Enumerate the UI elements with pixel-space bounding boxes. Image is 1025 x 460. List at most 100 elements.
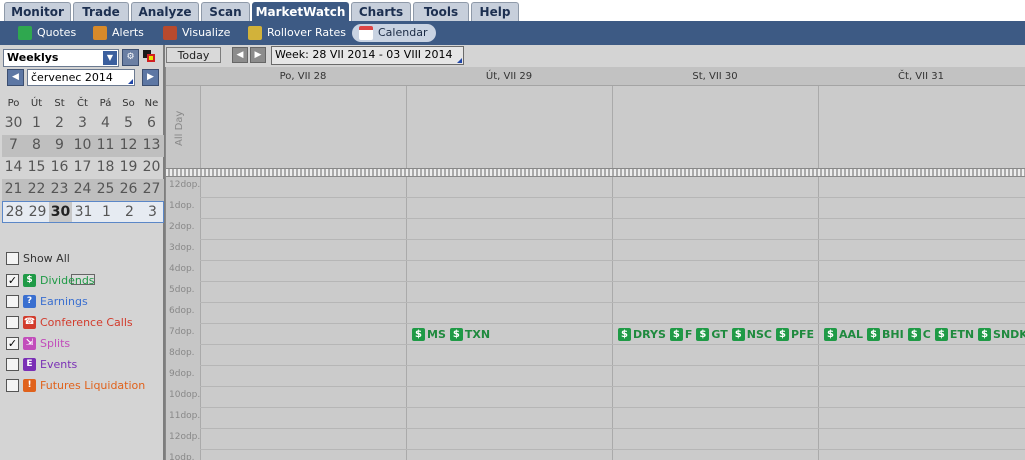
mini-calendar-day[interactable]: 13 — [140, 135, 163, 155]
mini-calendar-day[interactable]: 10 — [71, 135, 94, 155]
subnav-rollover-rates[interactable]: Rollover Rates — [248, 24, 346, 42]
subnav-alerts[interactable]: Alerts — [93, 24, 144, 42]
mini-calendar-day[interactable]: 7 — [2, 135, 25, 155]
time-label: 1odp. — [169, 453, 195, 460]
dividend-event[interactable]: $ SNDK — [978, 327, 1025, 341]
mini-calendar-day[interactable]: 2 — [118, 202, 141, 222]
column-divider — [406, 86, 407, 168]
subnav-visualize[interactable]: Visualize — [163, 24, 230, 42]
all-day-splitter[interactable] — [166, 168, 1025, 177]
dividend-event[interactable]: $ DRYS — [618, 327, 666, 341]
dividend-event[interactable]: $ MS — [412, 327, 446, 341]
filter-checkbox[interactable] — [6, 251, 19, 265]
dividend-event[interactable]: $ TXN — [449, 327, 490, 341]
mini-calendar-day[interactable]: 16 — [48, 157, 71, 177]
layout-toggle-icon[interactable] — [141, 49, 158, 66]
filter-dividends[interactable]: ✓ $ Dividends — [6, 272, 95, 288]
prev-week-button[interactable]: ◀ — [232, 47, 248, 63]
prev-month-button[interactable]: ◀ — [7, 69, 24, 86]
mini-calendar-day[interactable]: 5 — [117, 113, 140, 133]
mini-calendar-week[interactable]: 30 1 2 3 4 5 6 — [2, 113, 164, 135]
event-symbol: BHI — [882, 327, 904, 341]
mini-calendar-day[interactable]: 29 — [26, 202, 49, 222]
mini-calendar-day[interactable]: 9 — [48, 135, 71, 155]
dividend-event[interactable]: $ GT — [696, 327, 728, 341]
mini-calendar-day[interactable]: 11 — [94, 135, 117, 155]
day-column-header[interactable]: St, VII 30 — [612, 67, 818, 86]
tab-tools[interactable]: Tools — [413, 2, 469, 21]
filter-checkbox[interactable] — [6, 315, 19, 329]
day-column-header[interactable]: Út, VII 29 — [406, 67, 612, 86]
dividend-event[interactable]: $ PFE — [775, 327, 814, 341]
dividend-event[interactable]: $ AAL — [824, 327, 863, 341]
mini-calendar-week[interactable]: 14 15 16 17 18 19 20 — [2, 157, 164, 179]
today-button[interactable]: Today — [166, 47, 221, 63]
mini-calendar-day[interactable]: 14 — [2, 157, 25, 177]
filter-checkbox[interactable] — [6, 294, 19, 308]
mini-calendar-day[interactable]: 2 — [48, 113, 71, 133]
month-select[interactable]: červenec 2014 — [27, 69, 135, 86]
mini-calendar-day[interactable]: 30 — [2, 113, 25, 133]
mini-calendar-day[interactable]: 12 — [117, 135, 140, 155]
dividend-event[interactable]: $ NSC — [731, 327, 772, 341]
tab-trade[interactable]: Trade — [73, 2, 129, 21]
tab-monitor[interactable]: Monitor — [4, 2, 71, 21]
filter-checkbox[interactable]: ✓ — [6, 273, 19, 287]
next-week-button[interactable]: ▶ — [250, 47, 266, 63]
view-select[interactable]: Weeklys ▼ — [3, 49, 119, 67]
tab-analyze[interactable]: Analyze — [131, 2, 199, 21]
next-month-button[interactable]: ▶ — [142, 69, 159, 86]
filter-conference-calls[interactable]: ☎ Conference Calls — [6, 314, 133, 330]
filter-futures-liquidation[interactable]: ! Futures Liquidation — [6, 377, 145, 393]
day-column-header[interactable]: Čt, VII 31 — [818, 67, 1024, 86]
day-column-header[interactable]: Po, VII 28 — [200, 67, 406, 86]
dividend-event[interactable]: $ F — [669, 327, 692, 341]
mini-calendar-day[interactable]: 21 — [2, 179, 25, 199]
tab-help[interactable]: Help — [471, 2, 519, 21]
dividend-event[interactable]: $ C — [907, 327, 931, 341]
tab-charts[interactable]: Charts — [351, 2, 411, 21]
filter-events[interactable]: E Events — [6, 356, 77, 372]
mini-calendar-week[interactable]: 21 22 23 24 25 26 27 — [2, 179, 164, 201]
mini-calendar-day[interactable]: 30 — [49, 202, 72, 222]
mini-calendar-day[interactable]: 25 — [94, 179, 117, 199]
mini-calendar-week[interactable]: 28 29 30 31 1 2 3 — [2, 201, 164, 223]
dividend-event[interactable]: $ BHI — [867, 327, 904, 341]
mini-calendar-day[interactable]: 18 — [94, 157, 117, 177]
mini-calendar-week[interactable]: 7 8 9 10 11 12 13 — [2, 135, 164, 157]
mini-calendar-day[interactable]: 27 — [140, 179, 163, 199]
filter-checkbox[interactable] — [6, 378, 19, 392]
mini-calendar-day[interactable]: 24 — [71, 179, 94, 199]
subnav-calendar[interactable]: Calendar — [352, 24, 437, 42]
mini-calendar-day[interactable]: 1 — [25, 113, 48, 133]
week-range-field[interactable]: Week: 28 VII 2014 - 03 VIII 2014 — [271, 46, 464, 65]
mini-calendar-day[interactable]: 8 — [25, 135, 48, 155]
mini-calendar-day[interactable]: 3 — [141, 202, 164, 222]
mini-calendar-day[interactable]: 22 — [25, 179, 48, 199]
filter-show-all[interactable]: Show All — [6, 250, 70, 266]
mini-calendar-day[interactable]: 15 — [25, 157, 48, 177]
mini-calendar-day[interactable]: 28 — [3, 202, 26, 222]
mini-calendar-day[interactable]: 4 — [94, 113, 117, 133]
bell-icon — [93, 26, 107, 40]
mini-calendar-day[interactable]: 31 — [72, 202, 95, 222]
mini-calendar-day[interactable]: 3 — [71, 113, 94, 133]
mini-calendar-day[interactable]: 23 — [48, 179, 71, 199]
dividend-event[interactable]: $ ETN — [934, 327, 974, 341]
mini-calendar-day[interactable]: 19 — [117, 157, 140, 177]
mini-calendar-day[interactable]: 1 — [95, 202, 118, 222]
mini-calendar-day[interactable]: 6 — [140, 113, 163, 133]
event-group: $ MS $ TXN — [412, 326, 494, 342]
gear-icon[interactable]: ⚙ — [122, 49, 139, 66]
filter-checkbox[interactable]: ✓ — [6, 336, 19, 350]
tab-scan[interactable]: Scan — [201, 2, 250, 21]
mini-calendar-day[interactable]: 17 — [71, 157, 94, 177]
filter-splits[interactable]: ✓ ⇲ Splits — [6, 335, 70, 351]
mini-calendar-day[interactable]: 20 — [140, 157, 163, 177]
filter-checkbox[interactable] — [6, 357, 19, 371]
dollar-icon: $ — [449, 327, 463, 341]
mini-calendar-day[interactable]: 26 — [117, 179, 140, 199]
filter-earnings[interactable]: ? Earnings — [6, 293, 88, 309]
subnav-quotes[interactable]: Quotes — [18, 24, 76, 42]
tab-marketwatch[interactable]: MarketWatch — [252, 2, 349, 21]
